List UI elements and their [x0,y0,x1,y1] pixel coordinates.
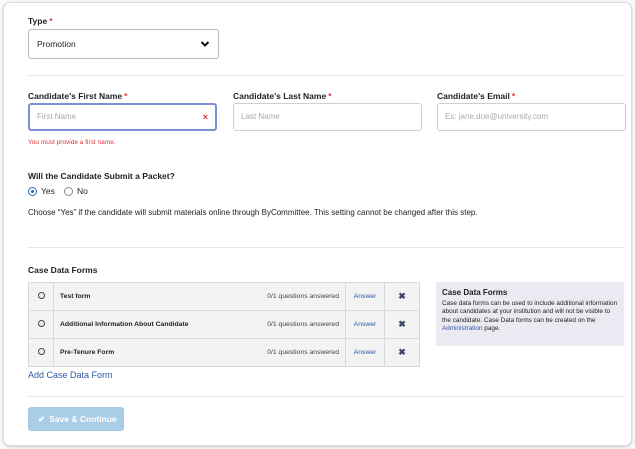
chevron-down-icon [200,30,210,70]
packet-question: Will the Candidate Submit a Packet? [28,171,175,181]
form-status: 0/1 questions answered [236,338,347,367]
packet-yes-label[interactable]: Yes [41,186,55,196]
case-data-info-panel: Case Data Forms Case data forms can be u… [436,282,624,346]
type-select[interactable]: Promotion [28,29,219,59]
delete-icon[interactable]: ✖ [384,338,420,367]
packet-no-radio[interactable] [64,187,73,196]
info-panel-title: Case Data Forms [442,288,508,297]
row-select-radio[interactable] [37,320,45,327]
last-name-placeholder: Last Name [241,112,280,121]
divider [28,75,624,76]
check-icon: ✔ [38,414,46,424]
first-name-placeholder: First Name [37,112,77,121]
last-name-field[interactable]: Last Name [233,103,422,131]
required-mark: * [124,91,128,101]
table-row[interactable]: Pre-Tenure Form 0/1 questions answered A… [28,338,420,367]
packet-help-text: Choose “Yes” if the candidate will submi… [28,208,478,217]
email-placeholder: Ex: jane.doe@university.com [445,112,549,121]
email-field[interactable]: Ex: jane.doe@university.com [437,103,626,131]
required-mark: * [328,91,332,101]
administration-link[interactable]: Administration [442,325,483,332]
type-label: Type * [28,16,53,26]
email-label: Candidate's Email * [437,91,516,101]
answer-link[interactable]: Answer [345,310,385,339]
packet-yes-radio[interactable] [28,187,37,196]
required-mark: * [49,16,53,26]
divider [28,396,624,397]
form-name: Additional Information About Candidate [53,310,237,339]
form-status: 0/1 questions answered [236,282,347,311]
add-case-data-form-link[interactable]: Add Case Data Form [28,370,113,380]
delete-icon[interactable]: ✖ [384,282,420,311]
packet-no-label[interactable]: No [77,186,88,196]
form-name: Test form [53,282,237,311]
row-select-radio[interactable] [37,348,45,355]
delete-icon[interactable]: ✖ [384,310,420,339]
info-panel-text: Case data forms can be used to include a… [442,300,618,333]
save-continue-button[interactable]: ✔ Save & Continue [28,407,124,431]
clear-icon[interactable]: × [203,105,208,129]
answer-link[interactable]: Answer [345,338,385,367]
answer-link[interactable]: Answer [345,282,385,311]
row-select-radio[interactable] [37,292,45,299]
first-name-label: Candidate's First Name * [28,91,128,101]
case-data-heading: Case Data Forms [28,265,98,275]
save-continue-label: Save & Continue [49,414,117,424]
form-status: 0/1 questions answered [236,310,347,339]
last-name-label: Candidate's Last Name * [233,91,332,101]
table-row[interactable]: Additional Information About Candidate 0… [28,310,420,339]
divider [28,247,624,248]
case-data-table: Test form 0/1 questions answered Answer … [28,282,420,367]
first-name-field[interactable]: First Name × [28,103,217,131]
table-row[interactable]: Test form 0/1 questions answered Answer … [28,282,420,311]
form-card: Type * Promotion Candidate's First Name * … [3,2,632,446]
first-name-error: You must provide a first name. [28,139,116,146]
required-mark: * [511,91,516,101]
type-select-value: Promotion [37,39,76,49]
form-name: Pre-Tenure Form [53,338,237,367]
